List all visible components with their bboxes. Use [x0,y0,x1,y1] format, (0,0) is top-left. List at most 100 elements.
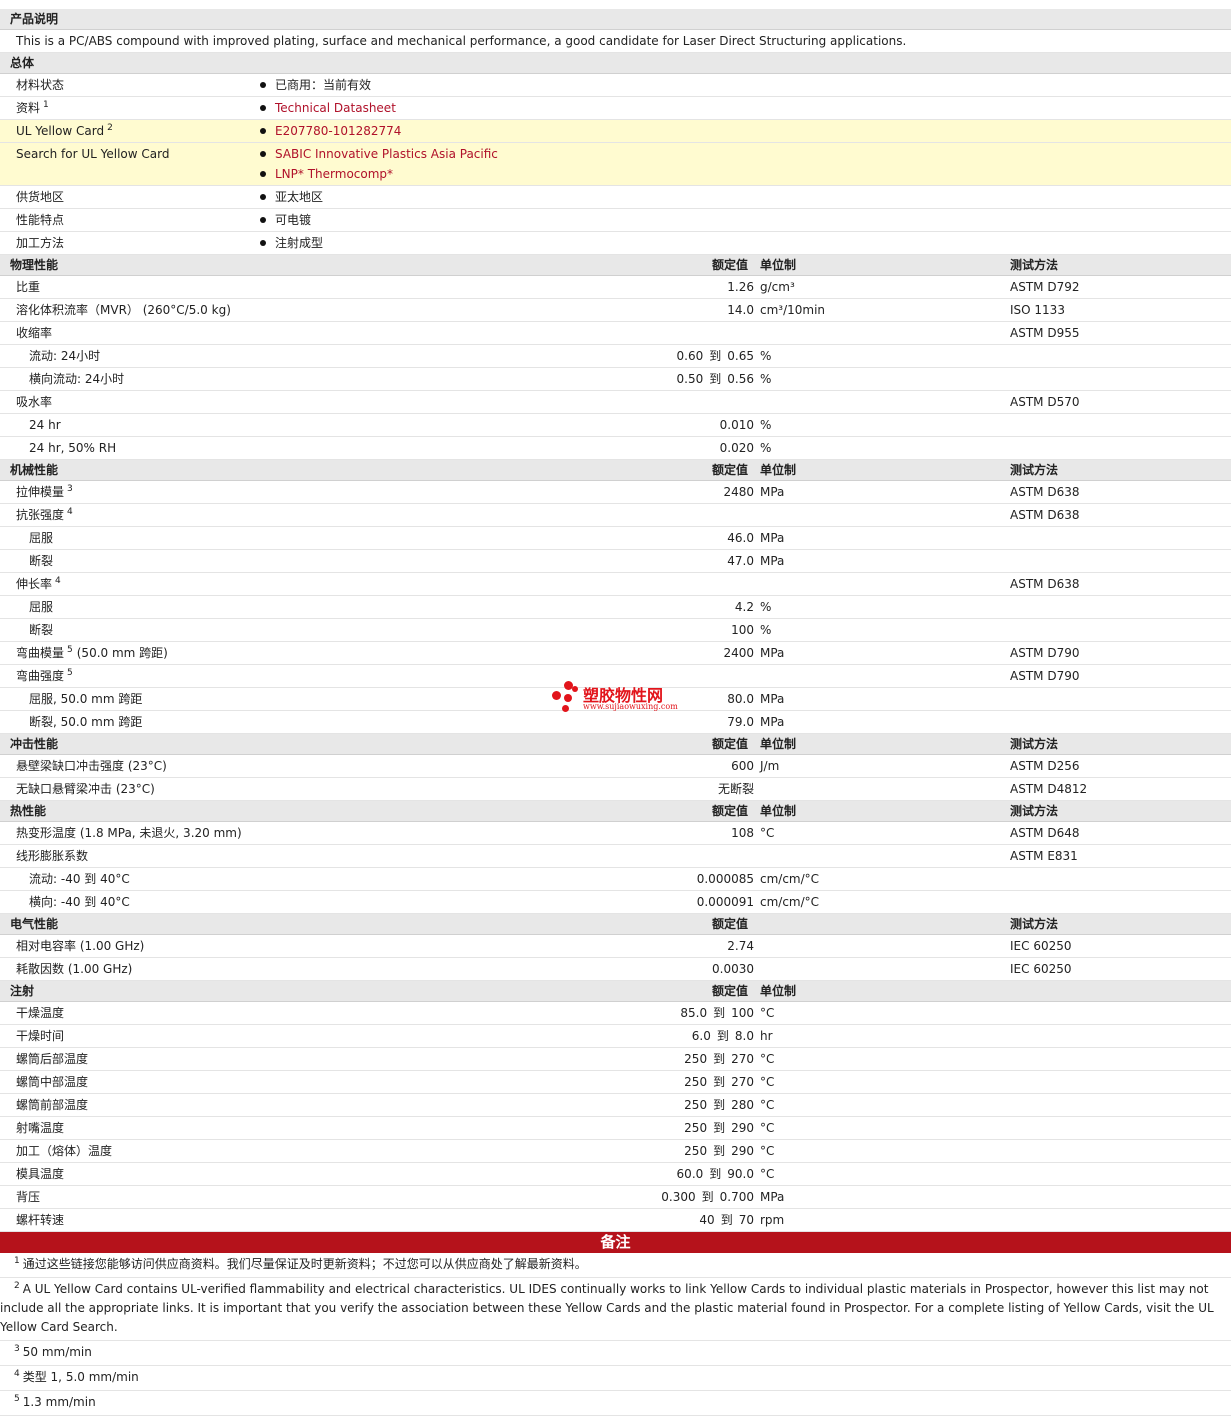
section-header: 物理性能 额定值 单位制 测试方法 [0,255,1231,276]
property-value: 0.020 [719,441,754,455]
general-row-label: 资料 1 [16,97,49,119]
test-method: ASTM D648 [1010,826,1080,840]
property-label: 射嘴温度 [16,1117,64,1139]
range-value: 250 到 290 [684,1117,754,1139]
value-text: 亚太地区 [275,190,324,204]
test-method: ASTM D256 [1010,759,1080,773]
section-title: 冲击性能 [10,737,59,751]
property-label-text: 加工（熔体）温度 [16,1144,113,1158]
range-from: 85.0 [680,1006,708,1020]
range-from: 6.0 [691,1029,711,1043]
test-method-heading: 测试方法 [1010,258,1059,272]
property-value: 2480 [723,485,754,499]
property-label: 抗张强度 4 [16,504,73,526]
property-value: 80.0 [727,692,754,706]
range-to: 290 [731,1121,754,1135]
property-label: 弯曲强度 5 [16,665,73,687]
property-unit: MPa [760,485,785,499]
range-word: 到 [713,1075,726,1089]
property-label-text: 螺筒前部温度 [16,1098,89,1112]
range-value: 250 到 270 [684,1048,754,1070]
property-label: 悬壁梁缺口冲击强度 (23°C) [16,755,167,777]
property-label: 流动: 24小时 [29,345,100,367]
property-label: 螺筒前部温度 [16,1094,88,1116]
property-unit: J/m [760,759,780,773]
test-method: ASTM D955 [1010,326,1080,340]
rated-value-heading: 额定值 [712,737,749,751]
property-label-text: 弯曲模量 [16,646,65,660]
range-value: 85.0 到 100 [680,1002,754,1024]
range-value: 6.0 到 8.0 [692,1025,754,1047]
property-label-text: 横向流动: 24小时 [29,372,125,386]
property-unit: % [760,349,772,363]
range-value: 0.50 到 0.56 [677,368,754,390]
general-row-label-text: 供货地区 [16,190,65,204]
property-label-text: 屈服, 50.0 mm 跨距 [29,692,143,706]
value-link[interactable]: LNP* Thermocomp* [275,167,393,181]
footnote-ref: 5 [67,645,73,655]
property-row: 24 hr 0.010% [0,414,1231,437]
value-link[interactable]: E207780-101282774 [275,124,401,138]
property-label-text: 热变形温度 (1.8 MPa, 未退火, 3.20 mm) [16,826,242,840]
bullet-icon [260,150,266,157]
note-item: 3 50 mm/min [0,1341,1231,1366]
property-row: 无缺口悬臂梁冲击 (23°C) 无断裂 ASTM D4812 [0,778,1231,801]
range-from: 250 [684,1121,708,1135]
section-header: 注射 额定值 单位制 [0,981,1231,1002]
value-text: 注射成型 [275,236,324,250]
general-row-label-text: 性能特点 [16,213,65,227]
general-row-value[interactable]: E207780-101282774 [260,120,401,142]
general-title: 总体 [10,56,35,70]
property-label: 断裂, 50.0 mm 跨距 [29,711,142,733]
property-value: 47.0 [727,554,754,568]
range-word: 到 [701,1190,714,1204]
value-text: 可电镀 [275,213,312,227]
property-label-text: 屈服 [29,531,54,545]
rated-value-heading: 额定值 [712,258,749,272]
value-link[interactable]: Technical Datasheet [275,101,396,115]
property-unit: MPa [760,692,785,706]
general-row-value: 注射成型 [260,232,323,254]
rated-value-heading: 额定值 [712,984,749,998]
general-row-label: Search for UL Yellow Card [16,143,169,165]
property-unit: MPa [760,554,785,568]
range-to: 90.0 [727,1167,754,1181]
property-unit: °C [760,1052,775,1066]
test-method: ASTM D790 [1010,646,1080,660]
general-row-label: UL Yellow Card 2 [16,120,113,142]
property-label-text: 相对电容率 (1.00 GHz) [16,939,145,953]
test-method: ISO 1133 [1010,303,1065,317]
property-label: 24 hr, 50% RH [29,437,116,459]
property-row: 抗张强度 4 ASTM D638 [0,504,1231,527]
property-label: 背压 [16,1186,40,1208]
property-label: 拉伸模量 3 [16,481,73,503]
note-number: 3 [14,1344,20,1354]
property-label: 收缩率 [16,322,52,344]
general-row-value[interactable]: SABIC Innovative Plastics Asia Pacific [260,143,498,165]
section-header: 热性能 额定值 单位制 测试方法 [0,801,1231,822]
general-row-value[interactable]: LNP* Thermocomp* [260,163,393,185]
section-title: 热性能 [10,804,47,818]
test-method-heading: 测试方法 [1010,917,1059,931]
general-row-label: 材料状态 [16,74,64,96]
section-title: 物理性能 [10,258,59,272]
property-label: 螺杆转速 [16,1209,64,1231]
property-label-text: 背压 [16,1190,41,1204]
property-row: 弯曲模量 5 (50.0 mm 跨距) 2400 MPa ASTM D790 [0,642,1231,665]
general-row-value[interactable]: Technical Datasheet [260,97,396,119]
property-unit: °C [760,1006,775,1020]
section-header: 电气性能 额定值 测试方法 [0,914,1231,935]
bullet-icon [260,127,266,134]
property-label-text: 断裂 [29,623,54,637]
range-value: 0.60 到 0.65 [677,345,754,367]
bullet-icon [260,193,266,200]
property-value: 无断裂 [717,782,754,796]
range-value: 40 到 70 [699,1209,754,1231]
property-value: 0.010 [719,418,754,432]
property-sections: 物理性能 额定值 单位制 测试方法 比重 1.26 g/cm³ ASTM D792 溶化体积流率… [0,255,1231,1232]
property-unit: MPa [760,715,785,729]
value-link[interactable]: SABIC Innovative Plastics Asia Pacific [275,147,498,161]
range-word: 到 [720,1213,733,1227]
property-unit: rpm [760,1213,785,1227]
property-unit: cm/cm/°C [760,895,820,909]
